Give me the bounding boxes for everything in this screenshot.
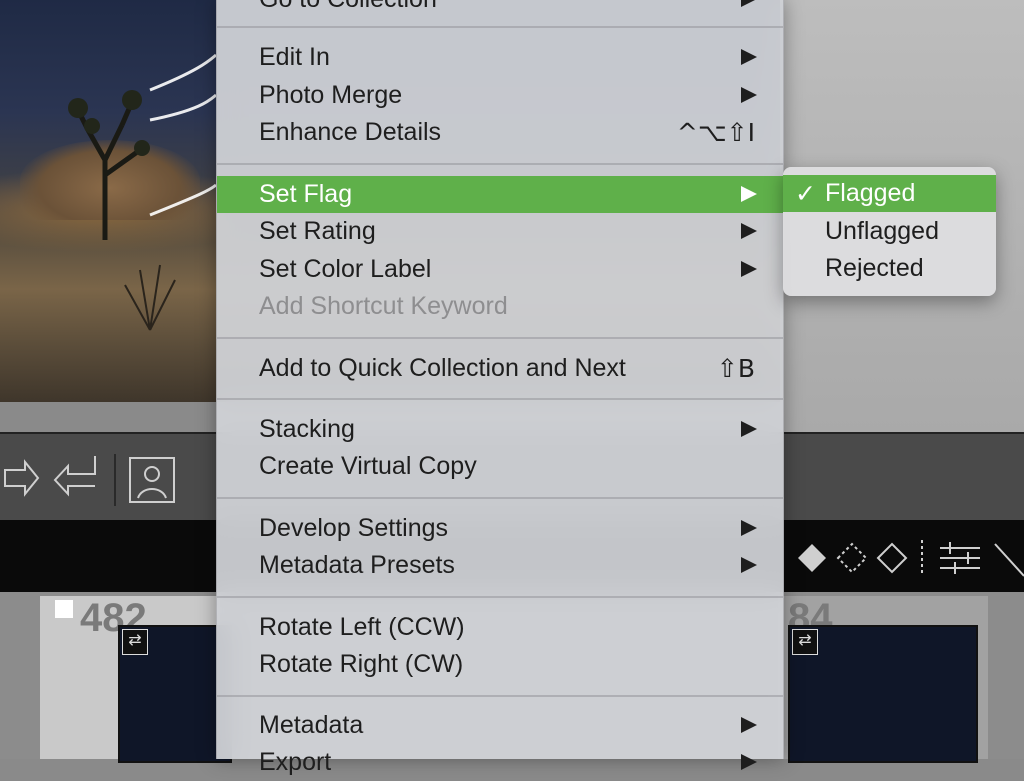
submenu-arrow-icon: [741, 754, 757, 770]
undo-icon: [53, 456, 96, 497]
menu-separator: [217, 26, 783, 28]
menu-separator: [217, 497, 783, 499]
submenu-item-label: Rejected: [825, 254, 924, 282]
submenu-arrow-icon: [741, 87, 757, 103]
menu-item-label: Export: [259, 748, 332, 776]
set-flag-submenu: ✓ Flagged Unflagged Rejected: [783, 167, 996, 296]
menu-item-metadata[interactable]: Metadata: [217, 707, 783, 744]
menu-item-label: Develop Settings: [259, 514, 449, 542]
unflagged-filter-icon: [836, 542, 868, 574]
menu-item-label: Set Color Label: [259, 255, 432, 283]
menu-separator: [217, 163, 783, 165]
sliders-icon: [940, 542, 980, 574]
flag-filter-icon: [798, 544, 826, 572]
checkmark-icon: ✓: [795, 179, 816, 208]
submenu-item-rejected[interactable]: Rejected: [783, 250, 996, 287]
submenu-arrow-icon: [741, 49, 757, 65]
menu-item-label: Set Flag: [259, 180, 353, 208]
submenu-arrow-icon: [741, 223, 757, 239]
menu-item-label: Photo Merge: [259, 81, 403, 109]
menu-item-rotate-left[interactable]: Rotate Left (CCW): [217, 609, 783, 646]
menu-item-label: Metadata: [259, 711, 364, 739]
menu-item-edit-in[interactable]: Edit In: [217, 39, 783, 76]
light-trail: [149, 53, 216, 217]
menu-item-go-to-collection[interactable]: Go to Collection: [217, 0, 783, 18]
menu-item-label: Rotate Left (CCW): [259, 613, 465, 641]
menu-item-stacking[interactable]: Stacking: [217, 411, 783, 448]
menu-item-photo-merge[interactable]: Photo Merge: [217, 77, 783, 114]
submenu-item-unflagged[interactable]: Unflagged: [783, 213, 996, 250]
menu-item-export[interactable]: Export: [217, 744, 783, 781]
menu-item-develop-settings[interactable]: Develop Settings: [217, 510, 783, 547]
submenu-arrow-icon: [741, 520, 757, 536]
menu-item-label: Enhance Details: [259, 118, 442, 146]
flag-icon[interactable]: [55, 600, 73, 618]
shortcut-hint: ^⌥⇧I: [676, 118, 755, 147]
menu-item-label: Go to Collection: [259, 0, 437, 18]
menu-separator: [217, 596, 783, 598]
menu-item-label: Rotate Right (CW): [259, 650, 464, 678]
submenu-arrow-icon: [741, 421, 757, 437]
photo-overlay: [68, 53, 216, 331]
submenu-arrow-icon: [741, 261, 757, 277]
virtual-copy-icon: ⇄: [122, 629, 148, 655]
submenu-item-label: Flagged: [825, 179, 916, 207]
menu-item-enhance-details[interactable]: Enhance Details ^⌥⇧I: [217, 114, 783, 151]
virtual-copy-icon: ⇄: [792, 629, 818, 655]
redo-icon: [4, 459, 40, 497]
rejected-filter-icon: [876, 542, 908, 574]
submenu-arrow-icon: [741, 186, 757, 202]
menu-item-add-shortcut-keyword: Add Shortcut Keyword: [217, 288, 783, 325]
menu-item-label: Add Shortcut Keyword: [259, 292, 508, 320]
menu-item-label: Metadata Presets: [259, 551, 455, 579]
menu-item-rotate-right[interactable]: Rotate Right (CW): [217, 646, 783, 683]
menu-item-label: Set Rating: [259, 217, 376, 245]
menu-item-create-virtual-copy[interactable]: Create Virtual Copy: [217, 448, 783, 485]
menu-separator: [217, 695, 783, 697]
menu-item-label: Add to Quick Collection and Next: [259, 354, 626, 382]
menu-item-set-rating[interactable]: Set Rating: [217, 213, 783, 250]
menu-separator: [217, 398, 783, 400]
shortcut-hint: ⇧B: [716, 354, 755, 383]
menu-item-label: Edit In: [259, 43, 330, 71]
menu-item-metadata-presets[interactable]: Metadata Presets: [217, 547, 783, 584]
menu-item-set-color-label[interactable]: Set Color Label: [217, 251, 783, 288]
submenu-item-label: Unflagged: [825, 217, 939, 245]
menu-item-set-flag[interactable]: Set Flag: [217, 176, 783, 213]
menu-item-label: Stacking: [259, 415, 355, 443]
context-menu: Go to Collection Edit In Photo Merge Enh…: [216, 0, 784, 776]
menu-separator: [217, 337, 783, 339]
menu-item-add-to-quick-collection-and-next[interactable]: Add to Quick Collection and Next ⇧B: [217, 350, 783, 387]
submenu-arrow-icon: [741, 0, 757, 7]
submenu-item-flagged[interactable]: ✓ Flagged: [783, 175, 996, 212]
submenu-arrow-icon: [741, 717, 757, 733]
shrub: [124, 264, 176, 331]
menu-item-label: Create Virtual Copy: [259, 452, 477, 480]
submenu-arrow-icon: [741, 557, 757, 573]
